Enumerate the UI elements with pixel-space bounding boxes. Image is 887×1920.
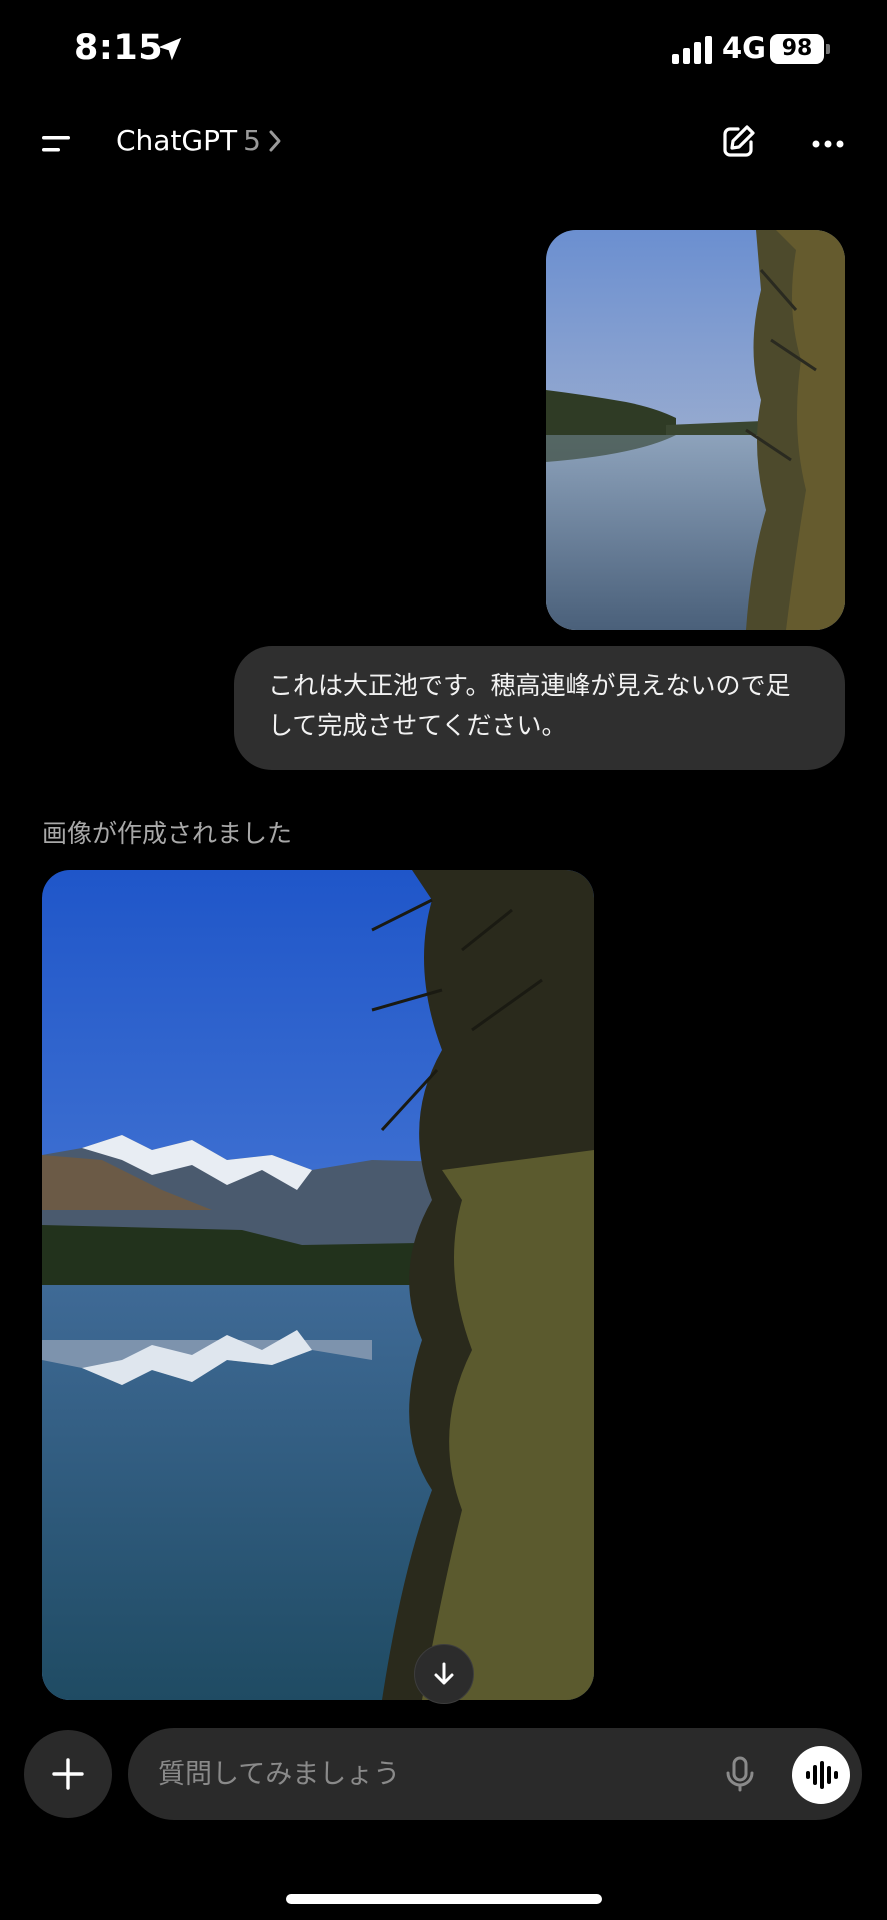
chevron-right-icon — [269, 130, 281, 151]
voice-waveform-icon — [806, 1761, 838, 1789]
battery-level: 98 — [770, 34, 824, 64]
more-icon[interactable] — [808, 126, 848, 162]
model-version: 5 — [243, 124, 261, 157]
generated-image[interactable] — [42, 870, 594, 1700]
home-indicator — [286, 1894, 602, 1904]
plus-icon — [52, 1758, 84, 1790]
model-selector[interactable]: ChatGPT 5 — [116, 124, 283, 157]
add-attachment-button[interactable] — [24, 1730, 112, 1818]
user-message-bubble: これは大正池です。穂高連峰が見えないので足して完成させてください。 — [234, 646, 845, 770]
arrow-down-icon — [434, 1662, 454, 1685]
signal-icon — [672, 36, 712, 64]
assistant-status-text: 画像が作成されました — [42, 819, 293, 848]
battery-icon: 98 — [770, 34, 830, 64]
network-type: 4G — [722, 31, 766, 65]
message-input[interactable] — [158, 1728, 698, 1820]
user-uploaded-image[interactable] — [546, 230, 845, 630]
location-arrow-icon — [158, 37, 182, 61]
mic-icon[interactable] — [718, 1752, 762, 1796]
voice-mode-button[interactable] — [792, 1746, 850, 1804]
status-time: 8:15 — [74, 28, 164, 68]
menu-icon[interactable] — [36, 124, 80, 164]
scroll-down-button[interactable] — [414, 1644, 474, 1704]
edit-icon[interactable] — [718, 122, 758, 162]
composer-bar — [128, 1728, 862, 1820]
app-title: ChatGPT — [116, 124, 238, 157]
